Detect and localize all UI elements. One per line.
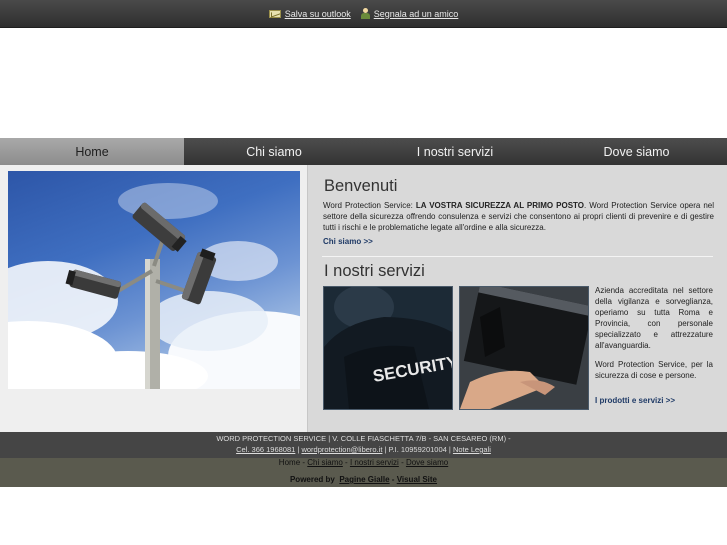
chi-siamo-link[interactable]: Chi siamo >> (323, 237, 373, 246)
bottom-servizi-link[interactable]: I nostri servizi (350, 458, 399, 467)
footer: WORD PROTECTION SERVICE | V. COLLE FIASC… (0, 432, 727, 458)
products-services-link[interactable]: I prodotti e servizi >> (595, 396, 675, 405)
bottom-dove-siamo-link[interactable]: Dove siamo (406, 458, 448, 467)
tell-a-friend-label: Segnala ad un amico (373, 8, 459, 19)
main-nav: Home Chi siamo I nostri servizi Dove sia… (0, 138, 727, 165)
hero-cameras-image (8, 171, 300, 389)
bottom-dash: - (342, 458, 350, 467)
powered-dash: - (389, 475, 397, 484)
pagine-gialle-link[interactable]: Pagine Gialle (339, 475, 389, 484)
nav-dove-siamo[interactable]: Dove siamo (546, 138, 727, 165)
footer-piva: | P.I. 10959201004 | (382, 445, 453, 454)
nav-chi-siamo[interactable]: Chi siamo (184, 138, 364, 165)
briefcase-image (459, 286, 589, 410)
divider (322, 256, 713, 257)
top-bar: Salva su outlook Segnala ad un amico (0, 0, 727, 28)
save-outlook-link[interactable]: Salva su outlook (268, 8, 351, 19)
services-text: Azienda accreditata nel settore della vi… (595, 286, 713, 350)
welcome-text: Word Protection Service: LA VOSTRA SICUR… (323, 200, 714, 233)
footer-legal-link[interactable]: Note Legali (453, 445, 491, 454)
content-panel: Benvenuti Word Protection Service: LA VO… (307, 165, 727, 432)
welcome-title: Benvenuti (324, 177, 398, 195)
bottom-links: Home - Chi siamo - I nostri servizi - Do… (0, 458, 727, 487)
security-guard-image: SECURITY (323, 286, 453, 410)
welcome-text-bold: LA VOSTRA SICUREZZA AL PRIMO POSTO (415, 201, 585, 210)
powered-by: Powered by Pagine Gialle - Visual Site (0, 475, 727, 485)
tell-a-friend-link[interactable]: Segnala ad un amico (360, 8, 459, 19)
bottom-chi-siamo-link[interactable]: Chi siamo (307, 458, 343, 467)
bottom-home-link[interactable]: Home (279, 458, 300, 467)
services-tagline: Word Protection Service, per la sicurezz… (595, 360, 713, 380)
footer-address: WORD PROTECTION SERVICE | V. COLLE FIASC… (216, 434, 511, 443)
nav-servizi[interactable]: I nostri servizi (364, 138, 546, 165)
bottom-dash: - (398, 458, 406, 467)
friend-icon (360, 8, 370, 19)
powered-by-label: Powered by (289, 475, 335, 484)
footer-contacts: Cel. 366 1968081 | wordprotection@libero… (0, 444, 727, 455)
save-outlook-label: Salva su outlook (284, 8, 351, 19)
bottom-nav: Home - Chi siamo - I nostri servizi - Do… (0, 458, 727, 468)
nav-home[interactable]: Home (0, 138, 184, 165)
footer-email-link[interactable]: wordprotection@libero.it (301, 445, 382, 454)
welcome-text-prefix: Word Protection Service: (323, 201, 416, 210)
visual-site-link[interactable]: Visual Site (397, 475, 437, 484)
hero-panel (0, 165, 307, 432)
outlook-icon (268, 9, 281, 18)
footer-phone-link[interactable]: Cel. 366 1968081 (236, 445, 295, 454)
services-title: I nostri servizi (324, 262, 425, 280)
